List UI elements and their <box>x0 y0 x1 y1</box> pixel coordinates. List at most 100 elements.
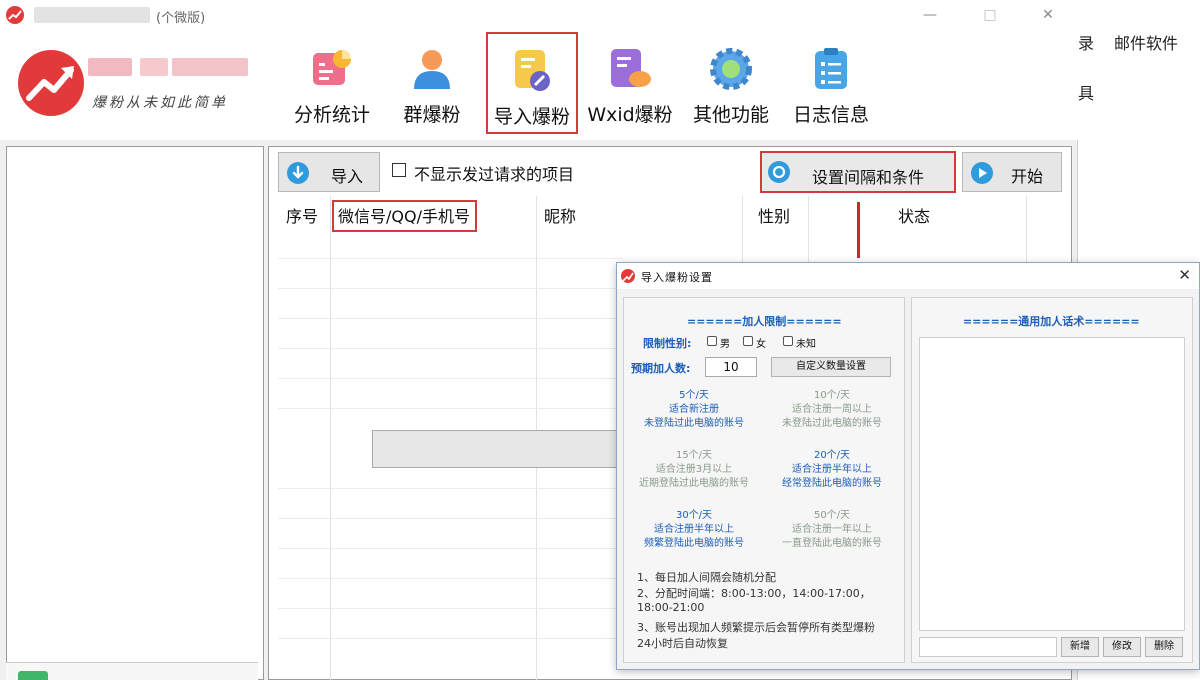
tier-15-per-day: 15个/天 适合注册3月以上 近期登陆过此电脑的账号 <box>629 449 759 491</box>
note-line: 3、账号出现加人频繁提示后会暂停所有类型爆粉 <box>637 621 875 634</box>
tier-line1: 适合注册3月以上 <box>655 464 733 475</box>
app-logo-icon <box>6 6 24 24</box>
app-logo-icon <box>621 269 635 283</box>
center-action-button[interactable] <box>372 430 624 468</box>
window-title: (个微版) <box>156 11 206 26</box>
tier-10-per-day: 10个/天 适合注册一周以上 未登陆过此电脑的账号 <box>767 389 897 431</box>
toolbar-label: 日志信息 <box>792 104 869 126</box>
brand-name-redacted <box>88 58 132 76</box>
start-button-label: 开始 <box>1011 167 1044 186</box>
gender-female-label: 女 <box>756 339 766 350</box>
chart-icon <box>308 45 356 93</box>
tier-line1: 适合注册一周以上 <box>792 404 872 415</box>
column-divider <box>742 196 743 262</box>
minimize-button[interactable]: — <box>918 4 942 26</box>
app-name-redacted <box>34 7 150 23</box>
background-text: 邮件软件 <box>1114 34 1179 53</box>
close-button[interactable]: ✕ <box>1036 4 1060 26</box>
import-button-label: 导入 <box>331 167 364 186</box>
account-status-icon <box>18 671 48 680</box>
tier-line1: 适合新注册 <box>669 404 719 415</box>
note-line: 1、每日加人间隔会随机分配 <box>637 571 776 584</box>
title-bar: (个微版) — □ ✕ <box>0 0 1078 30</box>
gender-unknown-checkbox[interactable] <box>783 336 793 346</box>
start-button[interactable]: 开始 <box>962 152 1062 192</box>
settings-button[interactable]: 设置间隔和条件 <box>760 151 956 193</box>
row-divider <box>278 378 623 379</box>
script-input[interactable] <box>919 637 1057 657</box>
row-divider <box>278 638 623 639</box>
script-list[interactable] <box>919 337 1185 631</box>
gender-male-label: 男 <box>720 339 730 350</box>
tier-line2: 未登陆过此电脑的账号 <box>782 418 882 429</box>
hide-sent-label: 不显示发过请求的项目 <box>414 165 575 184</box>
toolbar-import-fans[interactable]: 导入爆粉 <box>486 32 578 134</box>
row-divider <box>278 288 623 289</box>
toolbar-label: Wxid爆粉 <box>587 104 673 126</box>
account-list-panel[interactable] <box>6 146 264 680</box>
tier-rate: 30个/天 <box>675 510 713 521</box>
tier-50-per-day: 50个/天 适合注册一年以上 一直登陆此电脑的账号 <box>767 509 897 551</box>
column-account: 微信号/QQ/手机号 <box>332 200 477 232</box>
column-gender: 性别 <box>758 207 791 226</box>
custom-count-button[interactable]: 自定义数量设置 <box>771 357 891 377</box>
toolbar-group-fans[interactable]: 群爆粉 <box>392 40 472 132</box>
row-divider <box>278 258 623 259</box>
note-line: 2、分配时间端：8:00-13:00，14:00-17:00， <box>637 587 871 600</box>
toolbar-label: 分析统计 <box>293 104 370 126</box>
tier-rate: 50个/天 <box>813 510 851 521</box>
clipboard-icon <box>807 45 855 93</box>
row-divider <box>278 488 623 489</box>
column-status: 状态 <box>898 207 931 226</box>
tier-line2: 经常登陆此电脑的账号 <box>782 478 882 489</box>
import-button[interactable]: 导入 <box>278 152 380 192</box>
gender-label: 限制性别: <box>643 337 692 350</box>
note-line: 24小时后自动恢复 <box>637 637 728 650</box>
column-index: 序号 <box>286 207 319 226</box>
row-divider <box>278 608 623 609</box>
background-text: 具 <box>1078 84 1095 103</box>
row-divider <box>278 518 623 519</box>
dialog-title: 导入爆粉设置 <box>641 271 713 284</box>
toolbar-label: 导入爆粉 <box>493 106 570 128</box>
import-icon <box>508 46 556 94</box>
gender-unknown-label: 未知 <box>796 339 816 350</box>
column-nickname: 昵称 <box>544 207 577 226</box>
toolbar-analytics[interactable]: 分析统计 <box>286 40 378 132</box>
table-header: 序号 微信号/QQ/手机号 昵称 性别 状态 <box>278 196 1070 234</box>
download-arrow-icon <box>287 162 309 184</box>
toolbar-wxid-fans[interactable]: Wxid爆粉 <box>584 40 676 132</box>
tier-line2: 一直登陆此电脑的账号 <box>782 538 882 549</box>
annotation-arrow-line <box>857 202 860 258</box>
dialog-title-bar: 导入爆粉设置 ✕ <box>617 263 1199 289</box>
brand-logo-icon <box>18 50 84 116</box>
hide-sent-checkbox[interactable] <box>392 163 406 177</box>
expected-count-label: 预期加人数: <box>631 362 691 375</box>
expected-count-input[interactable]: 10 <box>705 357 757 377</box>
account-list-item[interactable] <box>6 662 258 680</box>
column-divider <box>1026 196 1027 262</box>
toolbar-label: 其他功能 <box>692 104 769 126</box>
person-icon <box>408 45 456 93</box>
add-script-button[interactable]: 新增 <box>1061 637 1099 657</box>
note-line: 18:00-21:00 <box>637 601 705 614</box>
tier-rate: 5个/天 <box>679 390 709 401</box>
edit-script-button[interactable]: 修改 <box>1103 637 1141 657</box>
gender-female-checkbox[interactable] <box>743 336 753 346</box>
toolbar-other-functions[interactable]: 其他功能 <box>686 40 776 132</box>
tier-line1: 适合注册半年以上 <box>654 524 734 535</box>
gear-icon <box>768 161 790 183</box>
tier-20-per-day: 20个/天 适合注册半年以上 经常登陆此电脑的账号 <box>767 449 897 491</box>
settings-button-label: 设置间隔和条件 <box>812 168 925 187</box>
gender-male-checkbox[interactable] <box>707 336 717 346</box>
maximize-button[interactable]: □ <box>978 4 1002 26</box>
delete-script-button[interactable]: 删除 <box>1145 637 1183 657</box>
row-divider <box>278 578 623 579</box>
play-icon <box>971 162 993 184</box>
tier-line2: 频繁登陆此电脑的账号 <box>644 538 744 549</box>
import-settings-dialog: 导入爆粉设置 ✕ ======加人限制====== 限制性别: 男 女 未知 预… <box>616 262 1200 670</box>
toolbar-log-info[interactable]: 日志信息 <box>786 40 876 132</box>
brand-slogan: 爆粉从未如此简单 <box>92 95 228 111</box>
row-divider <box>278 318 623 319</box>
dialog-close-button[interactable]: ✕ <box>1178 266 1191 284</box>
